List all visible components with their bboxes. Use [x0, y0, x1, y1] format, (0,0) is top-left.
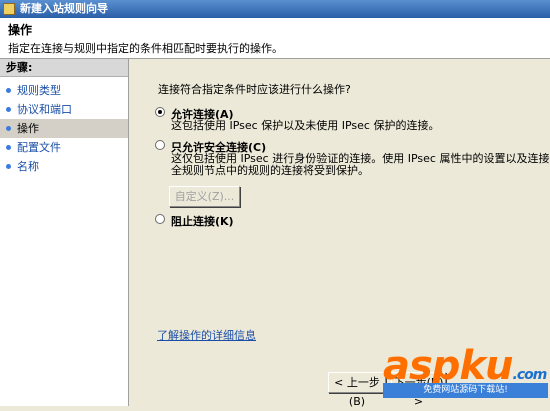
steps-list: 规则类型 协议和端口 操作 配置文件 名称: [0, 81, 128, 176]
bullet-icon: [6, 88, 11, 93]
next-button[interactable]: 下一步(N) >: [391, 372, 446, 408]
step-label: 协议和端口: [17, 103, 72, 116]
firewall-app-icon: [3, 3, 15, 15]
bullet-icon: [6, 164, 11, 169]
customize-button[interactable]: 自定义(Z)...: [169, 186, 240, 207]
radio-button[interactable]: [155, 140, 165, 150]
step-label: 规则类型: [17, 84, 61, 97]
step-name[interactable]: 名称: [0, 157, 128, 176]
bullet-icon: [6, 145, 11, 150]
step-action[interactable]: 操作: [0, 119, 128, 138]
radio-button-checked[interactable]: [155, 107, 165, 117]
window-title: 新建入站规则向导: [20, 2, 108, 15]
steps-heading: 步骤:: [0, 59, 128, 77]
radio-allow-connection[interactable]: 允许连接(A) 这包括使用 IPsec 保护以及未使用 IPsec 保护的连接。: [155, 106, 455, 136]
step-label: 名称: [17, 160, 39, 173]
allow-secure-connection-description: 这仅包括使用 IPsec 进行身份验证的连接。使用 IPsec 属性中的设置以及…: [171, 153, 550, 177]
action-question: 连接符合指定条件时应该进行什么操作?: [158, 83, 351, 96]
bullet-icon: [6, 107, 11, 112]
step-rule-type[interactable]: 规则类型: [0, 81, 128, 100]
step-label: 操作: [17, 122, 39, 135]
window-titlebar: 新建入站规则向导: [0, 0, 550, 18]
main-panel: 连接符合指定条件时应该进行什么操作? 允许连接(A) 这包括使用 IPsec 保…: [129, 59, 550, 408]
page-description: 指定在连接与规则中指定的条件相匹配时要执行的操作。: [8, 42, 283, 55]
wizard-header: 操作 指定在连接与规则中指定的条件相匹配时要执行的操作。: [0, 18, 550, 59]
description-line: 全规则节点中的规则的连接将受到保护。: [171, 164, 369, 177]
block-connection-label: 阻止连接(K): [171, 215, 234, 228]
bullet-icon: [6, 126, 11, 131]
wizard-body: 步骤: 规则类型 协议和端口 操作 配置文件 名称 连接符合指定条件时应该进行什…: [0, 59, 550, 408]
page-title: 操作: [8, 23, 33, 37]
radio-block-connection[interactable]: 阻止连接(K): [155, 213, 355, 229]
back-button[interactable]: < 上一步(B): [328, 372, 386, 408]
radio-button[interactable]: [155, 214, 165, 224]
step-profile[interactable]: 配置文件: [0, 138, 128, 157]
step-label: 配置文件: [17, 141, 61, 154]
radio-allow-secure-connection[interactable]: 只允许安全连接(C) 这仅包括使用 IPsec 进行身份验证的连接。使用 IPs…: [155, 139, 550, 179]
learn-more-link[interactable]: 了解操作的详细信息: [157, 327, 256, 343]
allow-connection-description: 这包括使用 IPsec 保护以及未使用 IPsec 保护的连接。: [171, 119, 440, 132]
step-protocol-port[interactable]: 协议和端口: [0, 100, 128, 119]
steps-panel: 步骤: 规则类型 协议和端口 操作 配置文件 名称: [0, 59, 129, 406]
